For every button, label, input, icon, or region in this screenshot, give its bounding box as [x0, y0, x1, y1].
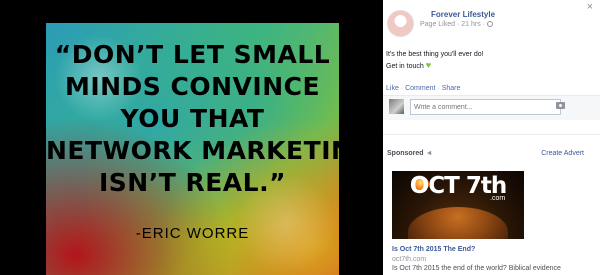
comment-link[interactable]: Comment — [405, 85, 435, 92]
user-avatar — [389, 99, 404, 114]
post-meta-text: Page Liked · 21 hrs · — [420, 21, 485, 28]
photo-viewer: “DON’T LET SMALL MINDS CONVINCE YOU THAT… — [0, 0, 383, 275]
post-text-line: Get in touch ♥ — [386, 60, 432, 70]
quote-line: NETWORK MARKETING — [46, 136, 339, 165]
quote-author: -ERIC WORRE — [135, 225, 250, 242]
separator: · — [437, 85, 440, 92]
post-side-panel: × Forever Lifestyle Page Liked · 21 hrs … — [383, 0, 600, 275]
post-photo[interactable]: “DON’T LET SMALL MINDS CONVINCE YOU THAT… — [46, 23, 339, 275]
like-link[interactable]: Like — [386, 85, 399, 92]
camera-icon[interactable] — [556, 102, 565, 109]
post-text: It's the best thing you'll ever do! Get … — [386, 50, 484, 72]
ad-description: Is Oct 7th 2015 the end of the world? Bi… — [392, 265, 561, 272]
globe-icon — [486, 21, 493, 27]
quote-line: MINDS CONVINCE — [64, 72, 321, 101]
page-avatar[interactable] — [387, 10, 414, 37]
page-name-link[interactable]: Forever Lifestyle — [431, 10, 495, 19]
ad-globe-graphic — [408, 207, 508, 239]
ad-image-domain-suffix: .com — [490, 195, 506, 202]
ad-domain: oct7th.com — [392, 256, 427, 263]
quote-line: ISN’T REAL.” — [98, 168, 287, 197]
ad-image[interactable]: OCT 7th .com — [392, 171, 524, 239]
post-actions: Like · Comment · Share — [386, 85, 460, 92]
post-text-line: It's the best thing you'll ever do! — [386, 51, 484, 58]
heart-icon: ♥ — [425, 60, 432, 70]
share-link[interactable]: Share — [442, 85, 461, 92]
quote-text: “DON’T LET SMALL MINDS CONVINCE YOU THAT… — [46, 39, 339, 199]
close-icon[interactable]: × — [587, 1, 593, 13]
post-meta: Page Liked · 21 hrs · — [420, 21, 493, 28]
divider — [383, 134, 600, 135]
quote-line: YOU THAT — [120, 104, 265, 133]
sponsored-heading: Sponsored ◄ — [387, 150, 433, 157]
ad-title-link[interactable]: Is Oct 7th 2015 The End? — [392, 246, 475, 253]
separator: · — [400, 85, 404, 92]
sponsored-label: Sponsored — [387, 150, 424, 157]
comment-input[interactable] — [410, 99, 561, 115]
comment-composer — [383, 95, 600, 120]
quote-line: “DON’T LET SMALL — [54, 40, 331, 69]
megaphone-icon: ◄ — [425, 150, 433, 157]
create-advert-link[interactable]: Create Advert — [541, 150, 584, 157]
